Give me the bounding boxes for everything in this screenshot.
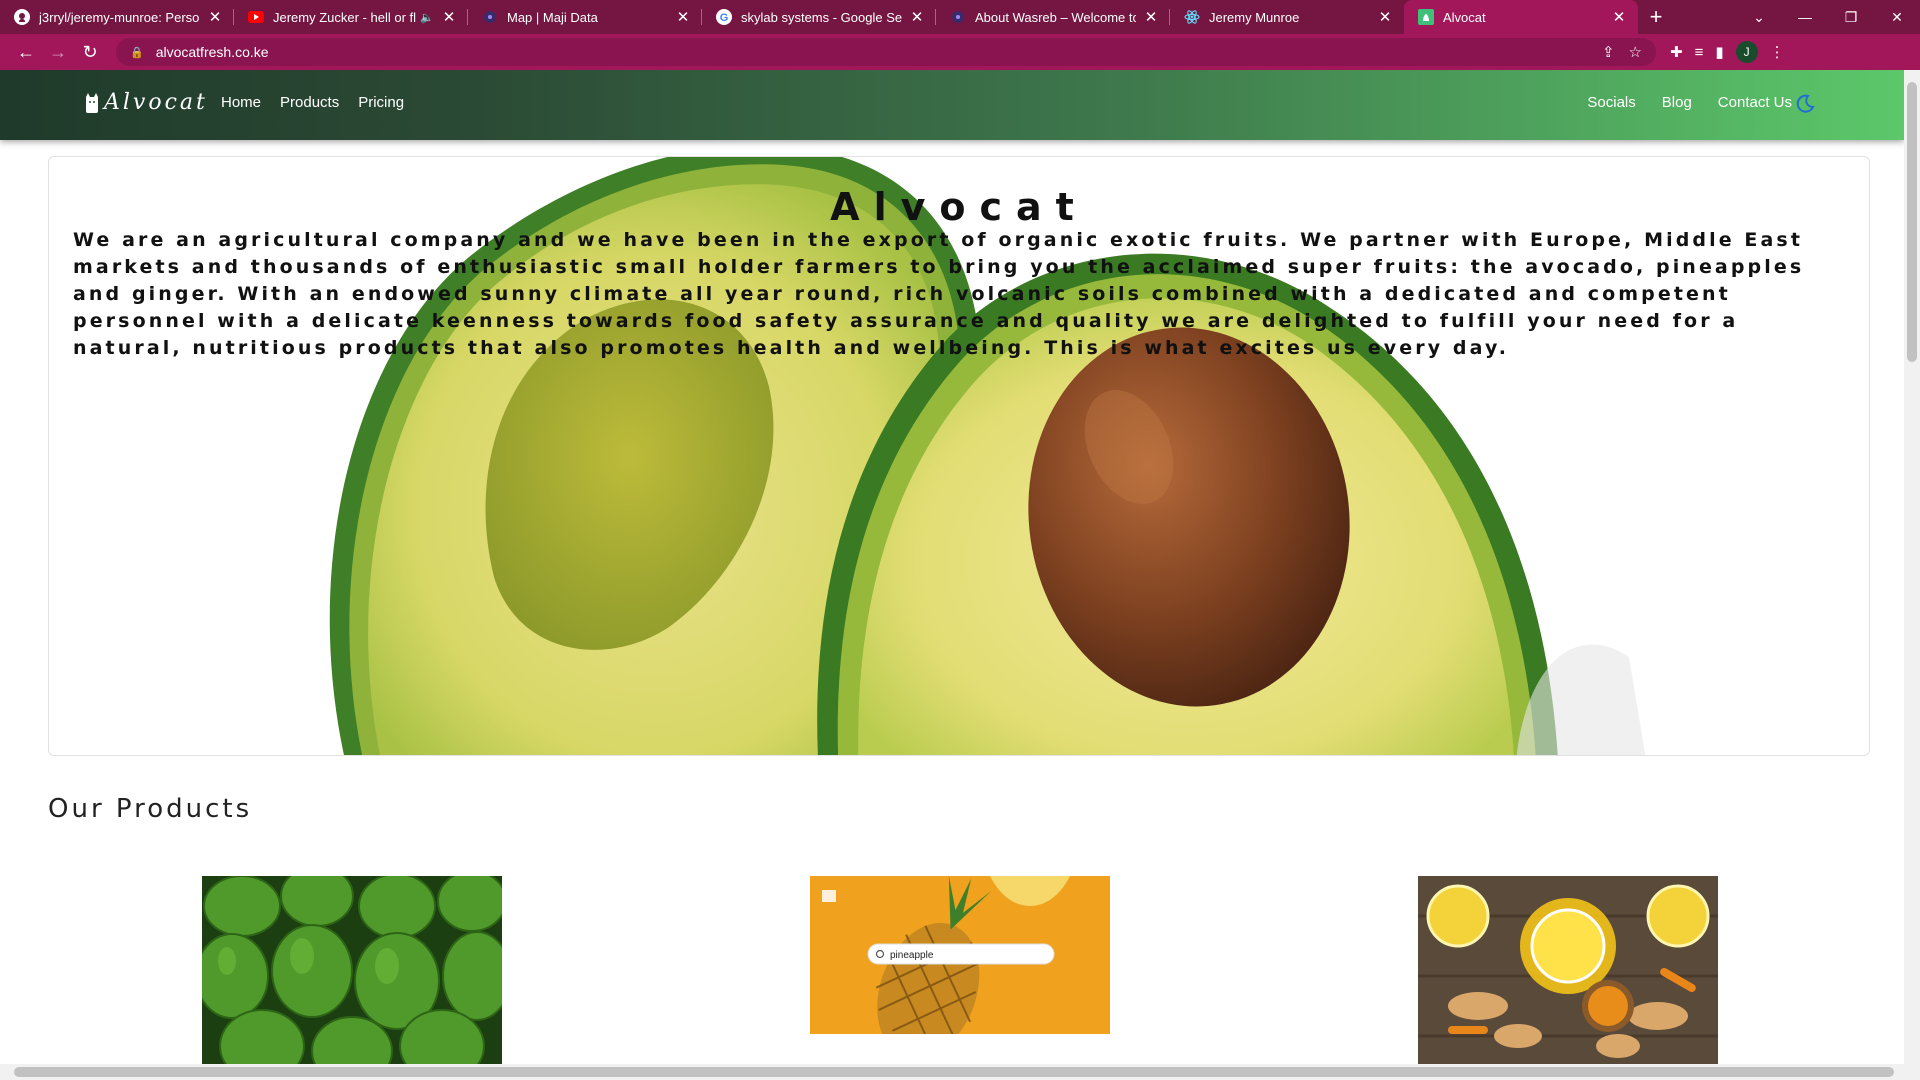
close-icon[interactable]: ✕ — [1142, 8, 1160, 26]
tab-alvocat[interactable]: Alvocat ✕ — [1404, 0, 1638, 34]
close-icon[interactable]: ✕ — [908, 8, 926, 26]
tab-title: Jeremy Zucker - hell or flyin — [273, 9, 417, 25]
nav-contact-us[interactable]: Contact Us — [1718, 94, 1792, 111]
share-icon[interactable]: ⇪ — [1602, 43, 1615, 61]
forward-arrow-icon[interactable]: → — [42, 38, 74, 66]
close-icon[interactable]: ✕ — [1610, 8, 1628, 26]
tab-title: skylab systems - Google Search — [741, 9, 902, 25]
nav-home[interactable]: Home — [221, 94, 261, 111]
site-navbar: Alvocat Home Products Pricing Socials Bl… — [0, 70, 1904, 140]
svg-text:G: G — [720, 12, 729, 24]
reload-icon[interactable]: ↻ — [74, 38, 106, 66]
tab-github[interactable]: j3rryl/jeremy-munroe: Personal F ✕ — [0, 0, 234, 34]
pineapple-image: pineapple — [810, 876, 1110, 1034]
product-card-ginger[interactable] — [1418, 876, 1718, 1064]
horizontal-scrollbar[interactable] — [0, 1064, 1920, 1080]
cat-logo-icon — [84, 92, 100, 114]
nav-socials[interactable]: Socials — [1587, 94, 1635, 111]
side-panel-icon[interactable]: ▮ — [1715, 43, 1723, 61]
close-icon[interactable]: ✕ — [1376, 8, 1394, 26]
nav-blog[interactable]: Blog — [1662, 94, 1692, 111]
moon-icon[interactable] — [1794, 93, 1816, 115]
close-icon[interactable]: ✕ — [674, 8, 692, 26]
products-heading: Our Products — [48, 794, 253, 824]
back-arrow-icon[interactable]: ← — [10, 38, 42, 66]
react-icon — [1184, 9, 1200, 25]
tab-google-search[interactable]: G skylab systems - Google Search ✕ — [702, 0, 936, 34]
hero-title: Alvocat — [830, 185, 1088, 229]
window-close-icon[interactable]: ✕ — [1874, 9, 1920, 26]
window-controls: ⌄ — ❐ ✕ — [1736, 0, 1920, 34]
profile-avatar[interactable]: J — [1735, 41, 1758, 63]
nav-left: Home Products Pricing — [221, 94, 404, 111]
site-icon — [950, 9, 966, 25]
url-text[interactable]: alvocatfresh.co.ke — [156, 44, 269, 60]
brand-logo[interactable]: Alvocat — [84, 90, 208, 115]
tab-title: Jeremy Munroe — [1209, 9, 1300, 25]
product-card-pineapple[interactable]: pineapple — [810, 876, 1110, 1034]
browser-tab-strip: j3rryl/jeremy-munroe: Personal F ✕ Jerem… — [0, 0, 1920, 34]
nav-right: Socials Blog Contact Us — [1587, 94, 1792, 111]
tab-search-icon[interactable]: ⌄ — [1736, 9, 1782, 26]
extension-area: ✚ ≡ ▮ J ⋮ — [1670, 41, 1785, 63]
tab-title: j3rryl/jeremy-munroe: Personal F — [39, 9, 200, 25]
hero-description: We are an agricultural company and we ha… — [73, 229, 1805, 359]
vertical-scrollbar[interactable] — [1904, 70, 1920, 1064]
nav-pricing[interactable]: Pricing — [358, 94, 404, 111]
avocados-image — [202, 876, 502, 1064]
address-toolbar: ← → ↻ 🔒 alvocatfresh.co.ke ⇪ ☆ ✚ ≡ ▮ J ⋮ — [0, 34, 1920, 70]
scroll-thumb[interactable] — [1907, 82, 1917, 362]
brand-name[interactable]: Alvocat — [104, 90, 208, 115]
close-icon[interactable]: ✕ — [440, 8, 458, 26]
menu-kebab-icon[interactable]: ⋮ — [1770, 43, 1785, 61]
hero-card: Alvocat We are an agricultural company a… — [48, 156, 1870, 756]
pineapple-search-text: pineapple — [890, 950, 934, 961]
ginger-lemon-image — [1418, 876, 1718, 1064]
speaker-icon[interactable]: 🔈 — [420, 11, 434, 24]
extensions-puzzle-icon[interactable]: ✚ — [1670, 43, 1683, 61]
youtube-icon — [248, 9, 264, 25]
tab-wasreb[interactable]: About Wasreb – Welcome to W ✕ — [936, 0, 1170, 34]
site-icon — [482, 9, 498, 25]
tab-youtube[interactable]: Jeremy Zucker - hell or flyin 🔈 ✕ — [234, 0, 468, 34]
lock-icon[interactable]: 🔒 — [130, 46, 144, 59]
new-tab-button[interactable]: + — [1638, 0, 1674, 34]
media-queue-icon[interactable]: ≡ — [1695, 44, 1704, 61]
tab-title: Alvocat — [1443, 9, 1486, 25]
product-card-avocados[interactable] — [202, 876, 502, 1064]
scroll-thumb[interactable] — [14, 1067, 1894, 1077]
github-icon — [14, 9, 30, 25]
bookmark-star-icon[interactable]: ☆ — [1629, 43, 1642, 61]
tab-jeremy-munroe[interactable]: Jeremy Munroe ✕ — [1170, 0, 1404, 34]
close-icon[interactable]: ✕ — [206, 8, 224, 26]
tab-title: About Wasreb – Welcome to W — [975, 9, 1136, 25]
tab-title: Map | Maji Data — [507, 9, 598, 25]
nav-products[interactable]: Products — [280, 94, 339, 111]
minimize-icon[interactable]: — — [1782, 9, 1828, 25]
address-bar[interactable]: 🔒 alvocatfresh.co.ke ⇪ ☆ — [116, 38, 1656, 66]
google-icon: G — [716, 9, 732, 25]
restore-icon[interactable]: ❐ — [1828, 9, 1874, 26]
alvocat-favicon — [1418, 9, 1434, 25]
page-viewport: Alvocat Home Products Pricing Socials Bl… — [0, 70, 1904, 1064]
tab-maji-data[interactable]: Map | Maji Data ✕ — [468, 0, 702, 34]
